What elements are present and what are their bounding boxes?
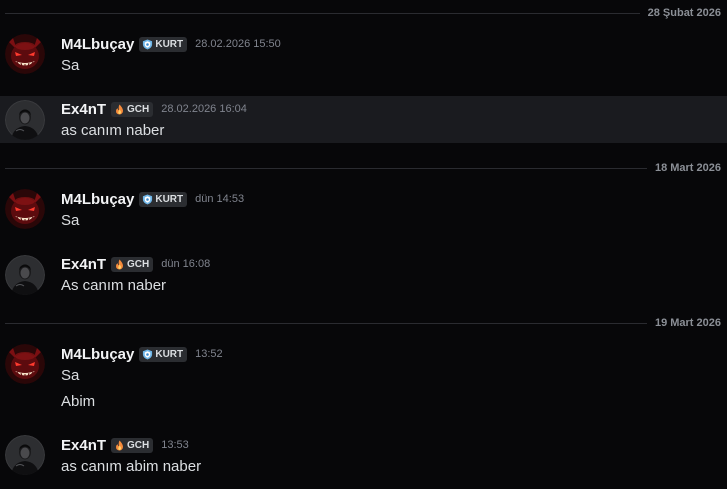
guild-tag[interactable]: KURT bbox=[139, 191, 188, 207]
username[interactable]: Ex4nT bbox=[61, 101, 106, 118]
divider-date: 28 Şubat 2026 bbox=[639, 7, 727, 19]
divider-line bbox=[5, 322, 647, 324]
guild-tag-label: KURT bbox=[155, 348, 184, 360]
divider-line bbox=[5, 12, 640, 14]
guild-tag-label: GCH bbox=[127, 103, 150, 115]
chat-log: 28 Şubat 2026 M4Lbuçay KURT 28.02.2026 1… bbox=[0, 0, 727, 489]
timestamp[interactable]: 13:52 bbox=[195, 348, 223, 360]
message[interactable]: Ex4nT GCH 28.02.2026 16:04 as canım nabe… bbox=[0, 96, 727, 143]
guild-tag[interactable]: GCH bbox=[111, 256, 154, 272]
guild-tag-label: GCH bbox=[127, 439, 150, 451]
message[interactable]: Ex4nT GCH 13:53 as canım abim naber bbox=[0, 432, 727, 482]
message-text: as canım naber bbox=[61, 122, 165, 139]
avatar[interactable] bbox=[5, 344, 45, 384]
guild-tag[interactable]: KURT bbox=[139, 346, 188, 362]
shield-icon bbox=[142, 349, 153, 360]
username[interactable]: Ex4nT bbox=[61, 437, 106, 454]
guild-tag-label: GCH bbox=[127, 258, 150, 270]
flame-icon bbox=[114, 440, 125, 451]
timestamp[interactable]: dün 14:53 bbox=[195, 193, 244, 205]
message-text: as canım abim naber bbox=[61, 458, 202, 475]
message[interactable]: Ex4nT GCH dün 16:08 As canım naber bbox=[0, 252, 727, 300]
divider-line bbox=[5, 167, 647, 169]
timestamp[interactable]: 28.02.2026 16:04 bbox=[161, 103, 247, 115]
date-divider: 28 Şubat 2026 bbox=[5, 5, 727, 21]
timestamp[interactable]: 13:53 bbox=[161, 439, 189, 451]
message-text: Abim bbox=[61, 393, 96, 410]
avatar[interactable] bbox=[5, 255, 45, 295]
avatar[interactable] bbox=[5, 435, 45, 475]
username[interactable]: M4Lbuçay bbox=[61, 346, 134, 363]
timestamp[interactable]: dün 16:08 bbox=[161, 258, 210, 270]
date-divider: 19 Mart 2026 bbox=[5, 315, 727, 331]
flame-icon bbox=[114, 104, 125, 115]
avatar[interactable] bbox=[5, 34, 45, 74]
message-header: M4Lbuçay KURT 28.02.2026 15:50 bbox=[61, 34, 281, 54]
message-text: As canım naber bbox=[61, 277, 167, 294]
timestamp[interactable]: 28.02.2026 15:50 bbox=[195, 38, 281, 50]
message-header: Ex4nT GCH 13:53 bbox=[61, 435, 189, 455]
message-text: Sa bbox=[61, 212, 80, 229]
message-header: M4Lbuçay KURT dün 14:53 bbox=[61, 189, 244, 209]
username[interactable]: M4Lbuçay bbox=[61, 36, 134, 53]
shield-icon bbox=[142, 39, 153, 50]
flame-icon bbox=[114, 259, 125, 270]
guild-tag-label: KURT bbox=[155, 38, 184, 50]
username[interactable]: Ex4nT bbox=[61, 256, 106, 273]
message-header: Ex4nT GCH 28.02.2026 16:04 bbox=[61, 99, 247, 119]
guild-tag-label: KURT bbox=[155, 193, 184, 205]
shield-icon bbox=[142, 194, 153, 205]
avatar[interactable] bbox=[5, 189, 45, 229]
guild-tag[interactable]: GCH bbox=[111, 437, 154, 453]
message-header: M4Lbuçay KURT 13:52 bbox=[61, 344, 223, 364]
divider-date: 19 Mart 2026 bbox=[646, 317, 727, 329]
divider-date: 18 Mart 2026 bbox=[646, 162, 727, 174]
guild-tag[interactable]: KURT bbox=[139, 36, 188, 52]
username[interactable]: M4Lbuçay bbox=[61, 191, 134, 208]
message[interactable]: M4Lbuçay KURT 28.02.2026 15:50 Sa bbox=[0, 32, 727, 82]
message-text: Sa bbox=[61, 57, 80, 74]
avatar[interactable] bbox=[5, 100, 45, 140]
guild-tag[interactable]: GCH bbox=[111, 101, 154, 117]
message[interactable]: M4Lbuçay KURT dün 14:53 Sa bbox=[0, 187, 727, 235]
message-text: Sa bbox=[61, 367, 80, 384]
date-divider: 18 Mart 2026 bbox=[5, 160, 727, 176]
message-header: Ex4nT GCH dün 16:08 bbox=[61, 254, 210, 274]
message[interactable]: M4Lbuçay KURT 13:52 Sa Abim bbox=[0, 342, 727, 417]
